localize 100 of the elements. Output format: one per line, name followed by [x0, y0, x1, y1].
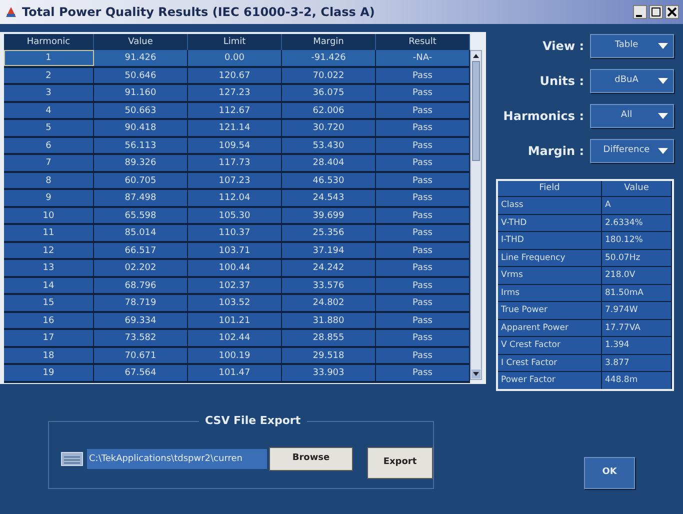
table-cell: 448.8m — [602, 372, 672, 388]
option-label: Margin : — [528, 143, 584, 160]
table-row[interactable]: 14 68.796 102.37 33.576 Pass — [4, 278, 470, 295]
table-cell: 11 — [4, 225, 94, 240]
option-label: Units : — [540, 73, 584, 90]
table-cell: 101.21 — [188, 312, 282, 328]
table-row[interactable]: 3 91.160 127.23 36.075 Pass — [4, 85, 470, 102]
dropdown[interactable]: All — [590, 104, 674, 128]
table-cell: 10 — [4, 208, 94, 223]
browse-button[interactable]: Browse — [269, 446, 353, 470]
option-label: View : — [542, 38, 584, 55]
column-header[interactable]: Harmonic — [4, 34, 94, 50]
table-cell: 102.37 — [188, 278, 282, 293]
table-cell: 69.334 — [94, 312, 188, 328]
table-cell: 0.00 — [188, 50, 282, 66]
caret-icon — [658, 148, 668, 154]
scroll-thumb[interactable] — [472, 61, 480, 161]
table-cell: 110.37 — [188, 225, 282, 240]
table-cell: 112.67 — [188, 102, 282, 118]
table-cell: 103.71 — [188, 242, 282, 258]
table-cell: 73.582 — [94, 330, 188, 346]
table-row[interactable]: 9 87.498 112.04 24.543 Pass — [4, 190, 470, 208]
table-cell: 56.113 — [94, 138, 188, 153]
dropdown[interactable]: Table — [590, 34, 674, 58]
table-row[interactable]: 11 85.014 110.37 25.356 Pass — [4, 225, 470, 242]
table-cell: 65.598 — [94, 208, 188, 223]
table-cell: 33.576 — [282, 278, 376, 293]
table-cell: 31.880 — [282, 312, 376, 328]
table-cell: 36.075 — [282, 85, 376, 100]
table-cell: 13 — [4, 260, 94, 276]
table-cell: 70.671 — [94, 348, 188, 363]
table-cell: 6 — [4, 138, 94, 153]
table-row[interactable]: 6 56.113 109.54 53.430 Pass — [4, 138, 470, 155]
table-cell: 33.903 — [282, 365, 376, 380]
table-cell: 3 — [4, 85, 94, 100]
minimize-icon[interactable] — [633, 5, 647, 19]
table-cell: 109.54 — [188, 138, 282, 153]
table-row[interactable]: 5 90.418 121.14 30.720 Pass — [4, 120, 470, 138]
scroll-down-icon[interactable] — [471, 369, 481, 379]
table-cell: 17 — [4, 330, 94, 346]
table-cell: 66.517 — [94, 242, 188, 258]
table-cell: 15 — [4, 295, 94, 310]
table-cell: 16 — [4, 312, 94, 328]
export-button[interactable]: Export — [367, 446, 433, 478]
close-icon[interactable] — [665, 5, 679, 19]
table-row[interactable]: 13 02.202 100.44 24.242 Pass — [4, 260, 470, 278]
table-row[interactable]: 4 50.663 112.67 62.006 Pass — [4, 102, 470, 120]
maximize-icon[interactable] — [649, 5, 663, 19]
table-cell: 46.530 — [282, 172, 376, 188]
table-cell: 9 — [4, 190, 94, 206]
table-cell: 24.802 — [282, 295, 376, 310]
table-cell: 120.67 — [188, 68, 282, 83]
option-label: Harmonics : — [503, 108, 584, 125]
table-row[interactable]: 10 65.598 105.30 39.699 Pass — [4, 208, 470, 225]
table-row[interactable]: 18 70.671 100.19 29.518 Pass — [4, 348, 470, 365]
table-cell: 60.705 — [94, 172, 188, 188]
table-cell: 28.855 — [282, 330, 376, 346]
table-cell: 85.014 — [94, 225, 188, 240]
dropdown[interactable]: Difference — [590, 139, 674, 163]
table-cell: 8 — [4, 172, 94, 188]
table-cell: 91.160 — [94, 85, 188, 100]
table-cell: 5 — [4, 120, 94, 136]
scrollbar[interactable] — [470, 50, 482, 380]
table-row[interactable]: 16 69.334 101.21 31.880 Pass — [4, 312, 470, 330]
table-cell: 39.699 — [282, 208, 376, 223]
table-cell: 24.242 — [282, 260, 376, 276]
ok-button[interactable]: OK — [584, 456, 635, 488]
table-row[interactable]: 8 60.705 107.23 46.530 Pass — [4, 172, 470, 190]
file-icon[interactable] — [61, 452, 83, 466]
table-row[interactable]: 2 50.646 120.67 70.022 Pass — [4, 68, 470, 85]
table-row[interactable]: 19 67.564 101.47 33.903 Pass — [4, 365, 470, 382]
table-cell: 53.430 — [282, 138, 376, 153]
table-cell: 105.30 — [188, 208, 282, 223]
table-cell: 29.518 — [282, 348, 376, 363]
table-row[interactable]: 7 89.326 117.73 28.404 Pass — [4, 155, 470, 172]
table-cell: 25.356 — [282, 225, 376, 240]
dropdown[interactable]: dBuA — [590, 69, 674, 93]
group-title: CSV File Export — [199, 412, 307, 429]
table-cell: 89.326 — [94, 155, 188, 170]
table-cell: 117.73 — [188, 155, 282, 170]
table-cell: 67.564 — [94, 365, 188, 380]
table-cell: 19 — [4, 365, 94, 380]
table-row[interactable]: 17 73.582 102.44 28.855 Pass — [4, 330, 470, 348]
window-title: Total Power Quality Results (IEC 61000-3-2, Class A) — [22, 4, 375, 21]
table-row[interactable]: 15 78.719 103.52 24.802 Pass — [4, 295, 470, 312]
table-row[interactable]: 12 66.517 103.71 37.194 Pass — [4, 242, 470, 260]
table-cell: 4 — [4, 102, 94, 118]
table-cell: -91.426 — [282, 50, 376, 66]
table-cell: 90.418 — [94, 120, 188, 136]
table-cell: 107.23 — [188, 172, 282, 188]
table-cell: Power Factor — [498, 372, 602, 388]
table-cell: 24.543 — [282, 190, 376, 206]
table-cell: 37.194 — [282, 242, 376, 258]
table-cell: 62.006 — [282, 102, 376, 118]
table-row[interactable]: 1 91.426 0.00 -91.426 -NA- — [4, 50, 470, 68]
path-field[interactable]: C:\TekApplications\tdspwr2\curren — [87, 448, 267, 468]
table-cell: 103.52 — [188, 295, 282, 310]
table-cell: 2 — [4, 68, 94, 83]
table-cell: 87.498 — [94, 190, 188, 206]
table-cell: 30.720 — [282, 120, 376, 136]
